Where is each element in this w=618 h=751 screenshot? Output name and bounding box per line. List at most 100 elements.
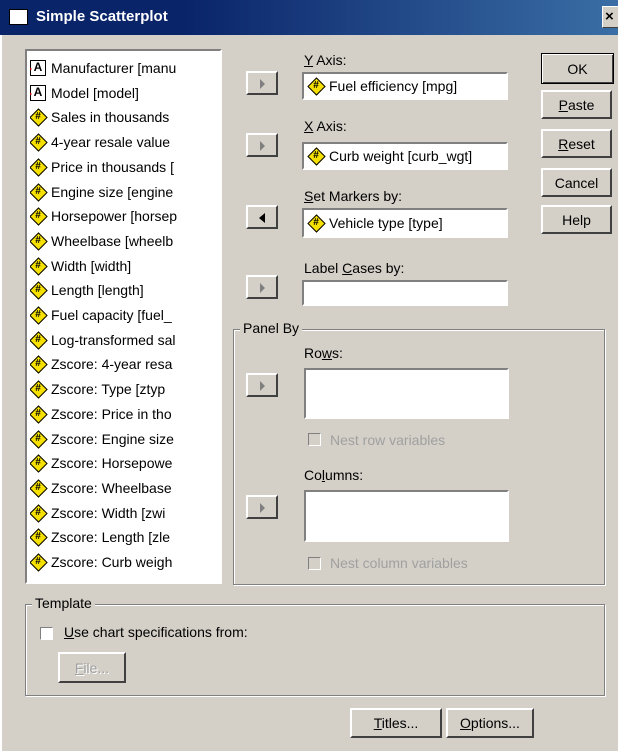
rows-move-button[interactable] [246,373,278,397]
label-cases-move-button[interactable] [246,275,278,299]
variable-list[interactable]: A Manufacturer [manu A Model [model] # Sales … [25,49,222,584]
scale-variable-icon: # [30,233,46,249]
panel-by-title: Panel By [240,320,303,336]
list-item[interactable]: # Zscore: Wheelbase [30,477,220,499]
string-variable-icon: A [30,60,46,76]
list-item[interactable]: # Price in thousands [ [30,156,220,178]
reset-button[interactable]: Reset [541,129,612,158]
list-item-label: Sales in thousands [51,109,170,126]
list-item[interactable]: # Zscore: 4-year resa [30,353,220,375]
scale-variable-icon: # [30,406,46,422]
scale-variable-icon: # [30,208,46,224]
arrow-left-icon [259,213,265,223]
scale-variable-icon: # [308,78,324,94]
scale-variable-icon: # [30,455,46,471]
list-item-label: Zscore: Engine size [51,430,174,447]
list-item-label: Zscore: Price in tho [51,405,172,422]
y-axis-move-button[interactable] [246,71,278,95]
markers-field[interactable]: # Vehicle type [type] [302,208,508,238]
scale-variable-icon: # [30,134,46,150]
arrow-right-icon [260,503,265,513]
arrow-right-icon [260,283,265,293]
options-button[interactable]: Options... [446,708,534,738]
list-item[interactable]: # Fuel capacity [fuel_ [30,304,220,326]
scale-variable-icon: # [308,215,324,231]
list-item-label: Manufacturer [manu [51,60,177,76]
markers-label: Set Markers by: [304,188,403,204]
list-item[interactable]: # Zscore: Price in tho [30,403,220,425]
list-item-label: 4-year resale value [51,134,171,151]
list-item-label: Zscore: Wheelbase [51,479,172,496]
y-axis-field[interactable]: # Fuel efficiency [mpg] [302,72,508,100]
list-item[interactable]: # Log-transformed sal [30,329,220,351]
scale-variable-icon: # [30,480,46,496]
list-item[interactable]: # Zscore: Width [zwi [30,502,220,524]
title-bar: Simple Scatterplot × [0,0,618,35]
list-item[interactable]: # Zscore: Length [zle [30,526,220,548]
file-button[interactable]: File... [58,652,126,683]
list-item-label: Zscore: Width [zwi [51,504,166,521]
close-button[interactable]: × [602,6,618,28]
scale-variable-icon: # [308,148,324,164]
arrow-right-icon [260,141,265,151]
paste-button[interactable]: Paste [541,90,612,119]
string-variable-icon: A [30,84,46,101]
list-item[interactable]: # Sales in thousands [30,106,220,128]
list-item[interactable]: #4-year resale value [30,131,220,153]
list-item[interactable]: # Zscore: Horsepowe [30,452,220,474]
list-item[interactable]: # Wheelbase [wheelb [30,230,220,252]
list-item-label: Horsepower [horsep [51,208,178,225]
rows-field[interactable] [304,368,509,419]
titles-button[interactable]: Titles... [350,708,442,738]
window-title: Simple Scatterplot [36,8,168,25]
y-axis-label: Y Axis: [304,52,347,68]
rows-label: Rows: [304,345,343,361]
list-item-label: Fuel capacity [fuel_ [51,307,172,323]
list-item-label: Log-transformed sal [51,331,176,348]
list-item-label: Zscore: Length [zle [51,529,171,546]
list-item-label: Price in thousands [ [51,158,174,175]
list-item-label: Zscore: Type [ztyp [51,381,166,398]
nest-columns-label: Nest column variables [330,555,468,571]
scale-variable-icon: # [30,356,46,372]
list-item-label: Zscore: Horsepowe [51,455,173,472]
columns-field[interactable] [304,490,509,542]
ok-button[interactable]: OK [541,53,614,84]
list-item-label: Wheelbase [wheelb [51,232,174,249]
arrow-right-icon [260,79,265,89]
cancel-button[interactable]: Cancel [541,168,612,197]
app-icon [9,9,28,25]
list-item[interactable]: # Length [length] [30,279,220,301]
list-item[interactable]: A Manufacturer [manu [30,57,220,79]
columns-label: Columns: [304,467,364,483]
scale-variable-icon: # [30,109,46,125]
label-cases-field[interactable] [302,280,508,306]
use-spec-checkbox[interactable] [40,627,53,640]
help-button[interactable]: Help [541,205,612,234]
columns-move-button[interactable] [246,495,278,519]
list-item[interactable]: # Zscore: Curb weigh [30,551,220,573]
x-axis-field[interactable]: # Curb weight [curb_wgt] [302,142,508,170]
nest-rows-checkbox[interactable] [308,433,321,446]
scale-variable-icon: # [30,258,46,274]
close-icon: × [605,8,614,25]
list-item-label: Length [length] [51,282,144,299]
list-item-label: Width [width] [51,257,132,274]
list-item[interactable]: # Horsepower [horsep [30,205,220,227]
list-item[interactable]: # Zscore: Type [ztyp [30,378,220,400]
list-item[interactable]: # Zscore: Engine size [30,428,220,450]
list-item-label: Model [model] [51,84,139,101]
arrow-right-icon [260,381,265,391]
nest-columns-checkbox[interactable] [308,557,321,570]
scale-variable-icon: # [30,529,46,545]
scale-variable-icon: # [30,332,46,348]
markers-move-button[interactable] [246,205,278,229]
scale-variable-icon: # [30,505,46,521]
x-axis-move-button[interactable] [246,133,278,157]
list-item-label: Engine size [engine [51,183,174,200]
list-item[interactable]: # Engine size [engine [30,181,220,203]
markers-value: Vehicle type [type] [329,215,443,231]
list-item[interactable]: A Model [model] [30,82,220,104]
scale-variable-icon: # [30,282,46,298]
list-item[interactable]: # Width [width] [30,255,220,277]
